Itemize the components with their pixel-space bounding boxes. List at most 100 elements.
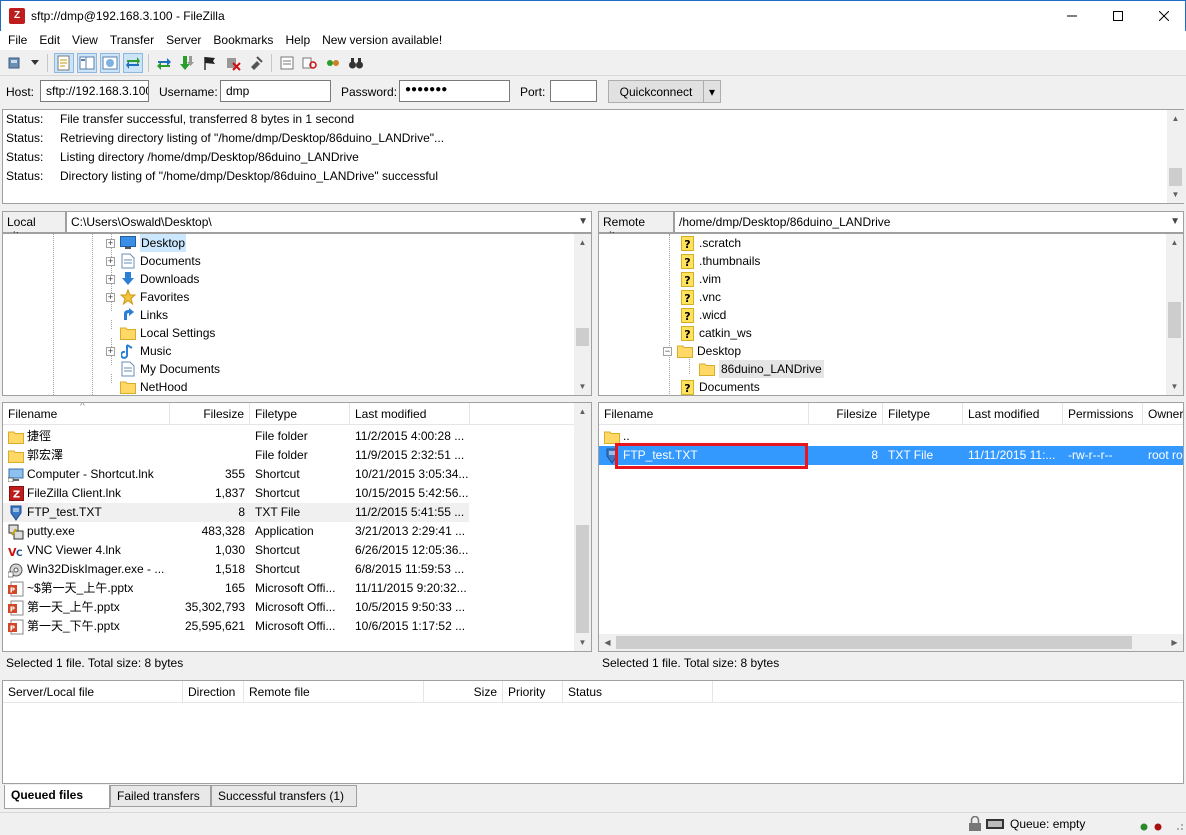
local-tree-item-documents[interactable]: + Documents bbox=[106, 252, 201, 270]
local-site-path-combo[interactable]: C:\Users\Oswald\Desktop\ ▼ bbox=[66, 211, 592, 233]
remote-tree-item-documents[interactable]: ? Documents bbox=[679, 378, 760, 395]
remote-tree-item-wicd[interactable]: ? .wicd bbox=[679, 306, 726, 324]
tab-queued-files[interactable]: Queued files bbox=[4, 785, 110, 809]
reconnect-button[interactable] bbox=[246, 53, 266, 73]
host-input[interactable]: sftp://192.168.3.100 bbox=[40, 80, 149, 102]
column-header-owner[interactable]: Owner bbox=[1143, 403, 1183, 425]
menu-server[interactable]: Server bbox=[160, 31, 207, 50]
scroll-up-icon[interactable]: ▲ bbox=[1167, 110, 1184, 127]
refresh-button[interactable] bbox=[154, 53, 174, 73]
scroll-down-icon[interactable]: ▼ bbox=[574, 634, 591, 651]
resize-grip-icon[interactable] bbox=[1172, 819, 1184, 834]
maximize-button[interactable] bbox=[1095, 1, 1141, 31]
menu-view[interactable]: View bbox=[66, 31, 104, 50]
close-button[interactable] bbox=[1141, 1, 1186, 31]
quickconnect-button[interactable]: Quickconnect bbox=[608, 80, 704, 103]
column-header-last-modified[interactable]: Last modified bbox=[963, 403, 1063, 425]
menu-transfer[interactable]: Transfer bbox=[104, 31, 160, 50]
scroll-thumb[interactable] bbox=[616, 636, 1132, 649]
remote-tree-item-catkin-ws[interactable]: ? catkin_ws bbox=[679, 324, 752, 342]
menu-help[interactable]: Help bbox=[279, 31, 316, 50]
table-row[interactable]: P 第一天_下午.pptx 25,595,621 Microsoft Offi..… bbox=[3, 617, 574, 636]
cancel-operation-button[interactable] bbox=[200, 53, 220, 73]
local-tree-item-music[interactable]: + Music bbox=[106, 342, 171, 360]
column-header-last-modified[interactable]: Last modified bbox=[350, 403, 470, 425]
port-input[interactable] bbox=[550, 80, 597, 102]
column-header-size[interactable]: Size bbox=[424, 681, 503, 703]
remote-tree-item-scratch[interactable]: ? .scratch bbox=[679, 234, 741, 252]
local-file-list-scrollbar[interactable]: ▲ ▼ bbox=[574, 403, 591, 651]
scroll-up-icon[interactable]: ▲ bbox=[574, 234, 591, 251]
table-row[interactable]: Z FileZilla Client.lnk 1,837 Shortcut 10/… bbox=[3, 484, 574, 503]
remote-tree-item-86duino-landrive[interactable]: 86duino_LANDrive bbox=[699, 360, 824, 378]
local-tree-item-links[interactable]: Links bbox=[106, 306, 168, 324]
toggle-message-log-button[interactable] bbox=[54, 53, 74, 73]
toggle-remote-tree-button[interactable] bbox=[100, 53, 120, 73]
toggle-local-tree-button[interactable] bbox=[77, 53, 97, 73]
message-log-scrollbar[interactable]: ▲ ▼ bbox=[1167, 110, 1184, 203]
toggle-transfer-queue-button[interactable] bbox=[123, 53, 143, 73]
scroll-right-icon[interactable]: ▶ bbox=[1166, 634, 1183, 651]
process-queue-button[interactable] bbox=[177, 53, 197, 73]
column-header-filetype[interactable]: Filetype bbox=[250, 403, 350, 425]
table-row[interactable]: P ~$第一天_上午.pptx 165 Microsoft Offi... 11/… bbox=[3, 579, 574, 598]
scroll-thumb[interactable] bbox=[1169, 168, 1182, 186]
column-header-server-local-file[interactable]: Server/Local file bbox=[3, 681, 183, 703]
remote-tree-item-thumbnails[interactable]: ? .thumbnails bbox=[679, 252, 760, 270]
column-header-remote-file[interactable]: Remote file bbox=[244, 681, 424, 703]
scroll-left-icon[interactable]: ◀ bbox=[599, 634, 616, 651]
remote-file-list-hscrollbar[interactable]: ◀ ▶ bbox=[599, 634, 1183, 651]
password-input[interactable]: ●●●●●●● bbox=[399, 80, 510, 102]
table-row[interactable]: putty.exe 483,328 Application 3/21/2013 … bbox=[3, 522, 574, 541]
scroll-down-icon[interactable]: ▼ bbox=[1166, 378, 1183, 395]
directory-listing-filters-button[interactable] bbox=[277, 53, 297, 73]
site-manager-button[interactable] bbox=[6, 53, 26, 73]
scroll-up-icon[interactable]: ▲ bbox=[574, 403, 591, 420]
menu-bookmarks[interactable]: Bookmarks bbox=[207, 31, 279, 50]
column-header-filesize[interactable]: Filesize bbox=[170, 403, 250, 425]
local-tree-item-downloads[interactable]: + Downloads bbox=[106, 270, 199, 288]
table-row[interactable]: V C VNC Viewer 4.lnk 1,030 Shortcut 6/26/2… bbox=[3, 541, 574, 560]
sync-browsing-button[interactable] bbox=[300, 53, 320, 73]
column-header-permissions[interactable]: Permissions bbox=[1063, 403, 1143, 425]
column-header-direction[interactable]: Direction bbox=[183, 681, 244, 703]
scroll-up-icon[interactable]: ▲ bbox=[1166, 234, 1183, 251]
column-header-filename[interactable]: Filename ^ bbox=[3, 403, 170, 425]
scroll-thumb[interactable] bbox=[576, 525, 589, 633]
remote-site-path-combo[interactable]: /home/dmp/Desktop/86duino_LANDrive ▼ bbox=[674, 211, 1184, 233]
table-row[interactable]: 郭宏澤 File folder 11/9/2015 2:32:51 ... bbox=[3, 446, 574, 465]
table-row[interactable]: Computer - Shortcut.lnk 355 Shortcut 10/… bbox=[3, 465, 574, 484]
username-input[interactable]: dmp bbox=[220, 80, 331, 102]
local-tree-scrollbar[interactable]: ▲ ▼ bbox=[574, 234, 591, 395]
quickconnect-history-dropdown[interactable]: ▾ bbox=[703, 80, 721, 103]
local-tree-item-my-documents[interactable]: My Documents bbox=[106, 360, 220, 378]
table-row[interactable]: 捷徑 File folder 11/2/2015 4:00:28 ... bbox=[3, 427, 574, 446]
column-header-priority[interactable]: Priority bbox=[503, 681, 563, 703]
site-manager-dropdown[interactable] bbox=[28, 53, 42, 73]
local-tree-item-favorites[interactable]: + Favorites bbox=[106, 288, 189, 306]
menu-file[interactable]: File bbox=[2, 31, 33, 50]
menu-new-version[interactable]: New version available! bbox=[316, 31, 448, 50]
column-header-filetype[interactable]: Filetype bbox=[883, 403, 963, 425]
tab-successful-transfers[interactable]: Successful transfers (1) bbox=[211, 785, 357, 807]
local-tree-item-local-settings[interactable]: Local Settings bbox=[106, 324, 215, 342]
column-header-filename[interactable]: Filename bbox=[599, 403, 809, 425]
disconnect-button[interactable] bbox=[223, 53, 243, 73]
scroll-down-icon[interactable]: ▼ bbox=[1167, 186, 1184, 203]
column-header-filesize[interactable]: Filesize bbox=[809, 403, 883, 425]
table-row[interactable]: Win32DiskImager.exe - ... 1,518 Shortcut… bbox=[3, 560, 574, 579]
remote-tree-scrollbar[interactable]: ▲ ▼ bbox=[1166, 234, 1183, 395]
minimize-button[interactable] bbox=[1049, 1, 1095, 31]
menu-edit[interactable]: Edit bbox=[33, 31, 66, 50]
scroll-down-icon[interactable]: ▼ bbox=[574, 378, 591, 395]
compare-directories-button[interactable] bbox=[323, 53, 343, 73]
remote-tree-item-vnc[interactable]: ? .vnc bbox=[679, 288, 721, 306]
scroll-thumb[interactable] bbox=[1168, 302, 1181, 338]
table-row[interactable]: P 第一天_上午.pptx 35,302,793 Microsoft Offi..… bbox=[3, 598, 574, 617]
local-tree-item-desktop[interactable]: + Desktop bbox=[106, 234, 187, 252]
search-remote-files-button[interactable] bbox=[346, 53, 366, 73]
scroll-thumb[interactable] bbox=[576, 328, 589, 346]
tab-failed-transfers[interactable]: Failed transfers bbox=[110, 785, 211, 807]
local-tree-item-nethood[interactable]: NetHood bbox=[106, 378, 187, 395]
remote-tree-item-desktop[interactable]: − Desktop bbox=[663, 342, 741, 360]
